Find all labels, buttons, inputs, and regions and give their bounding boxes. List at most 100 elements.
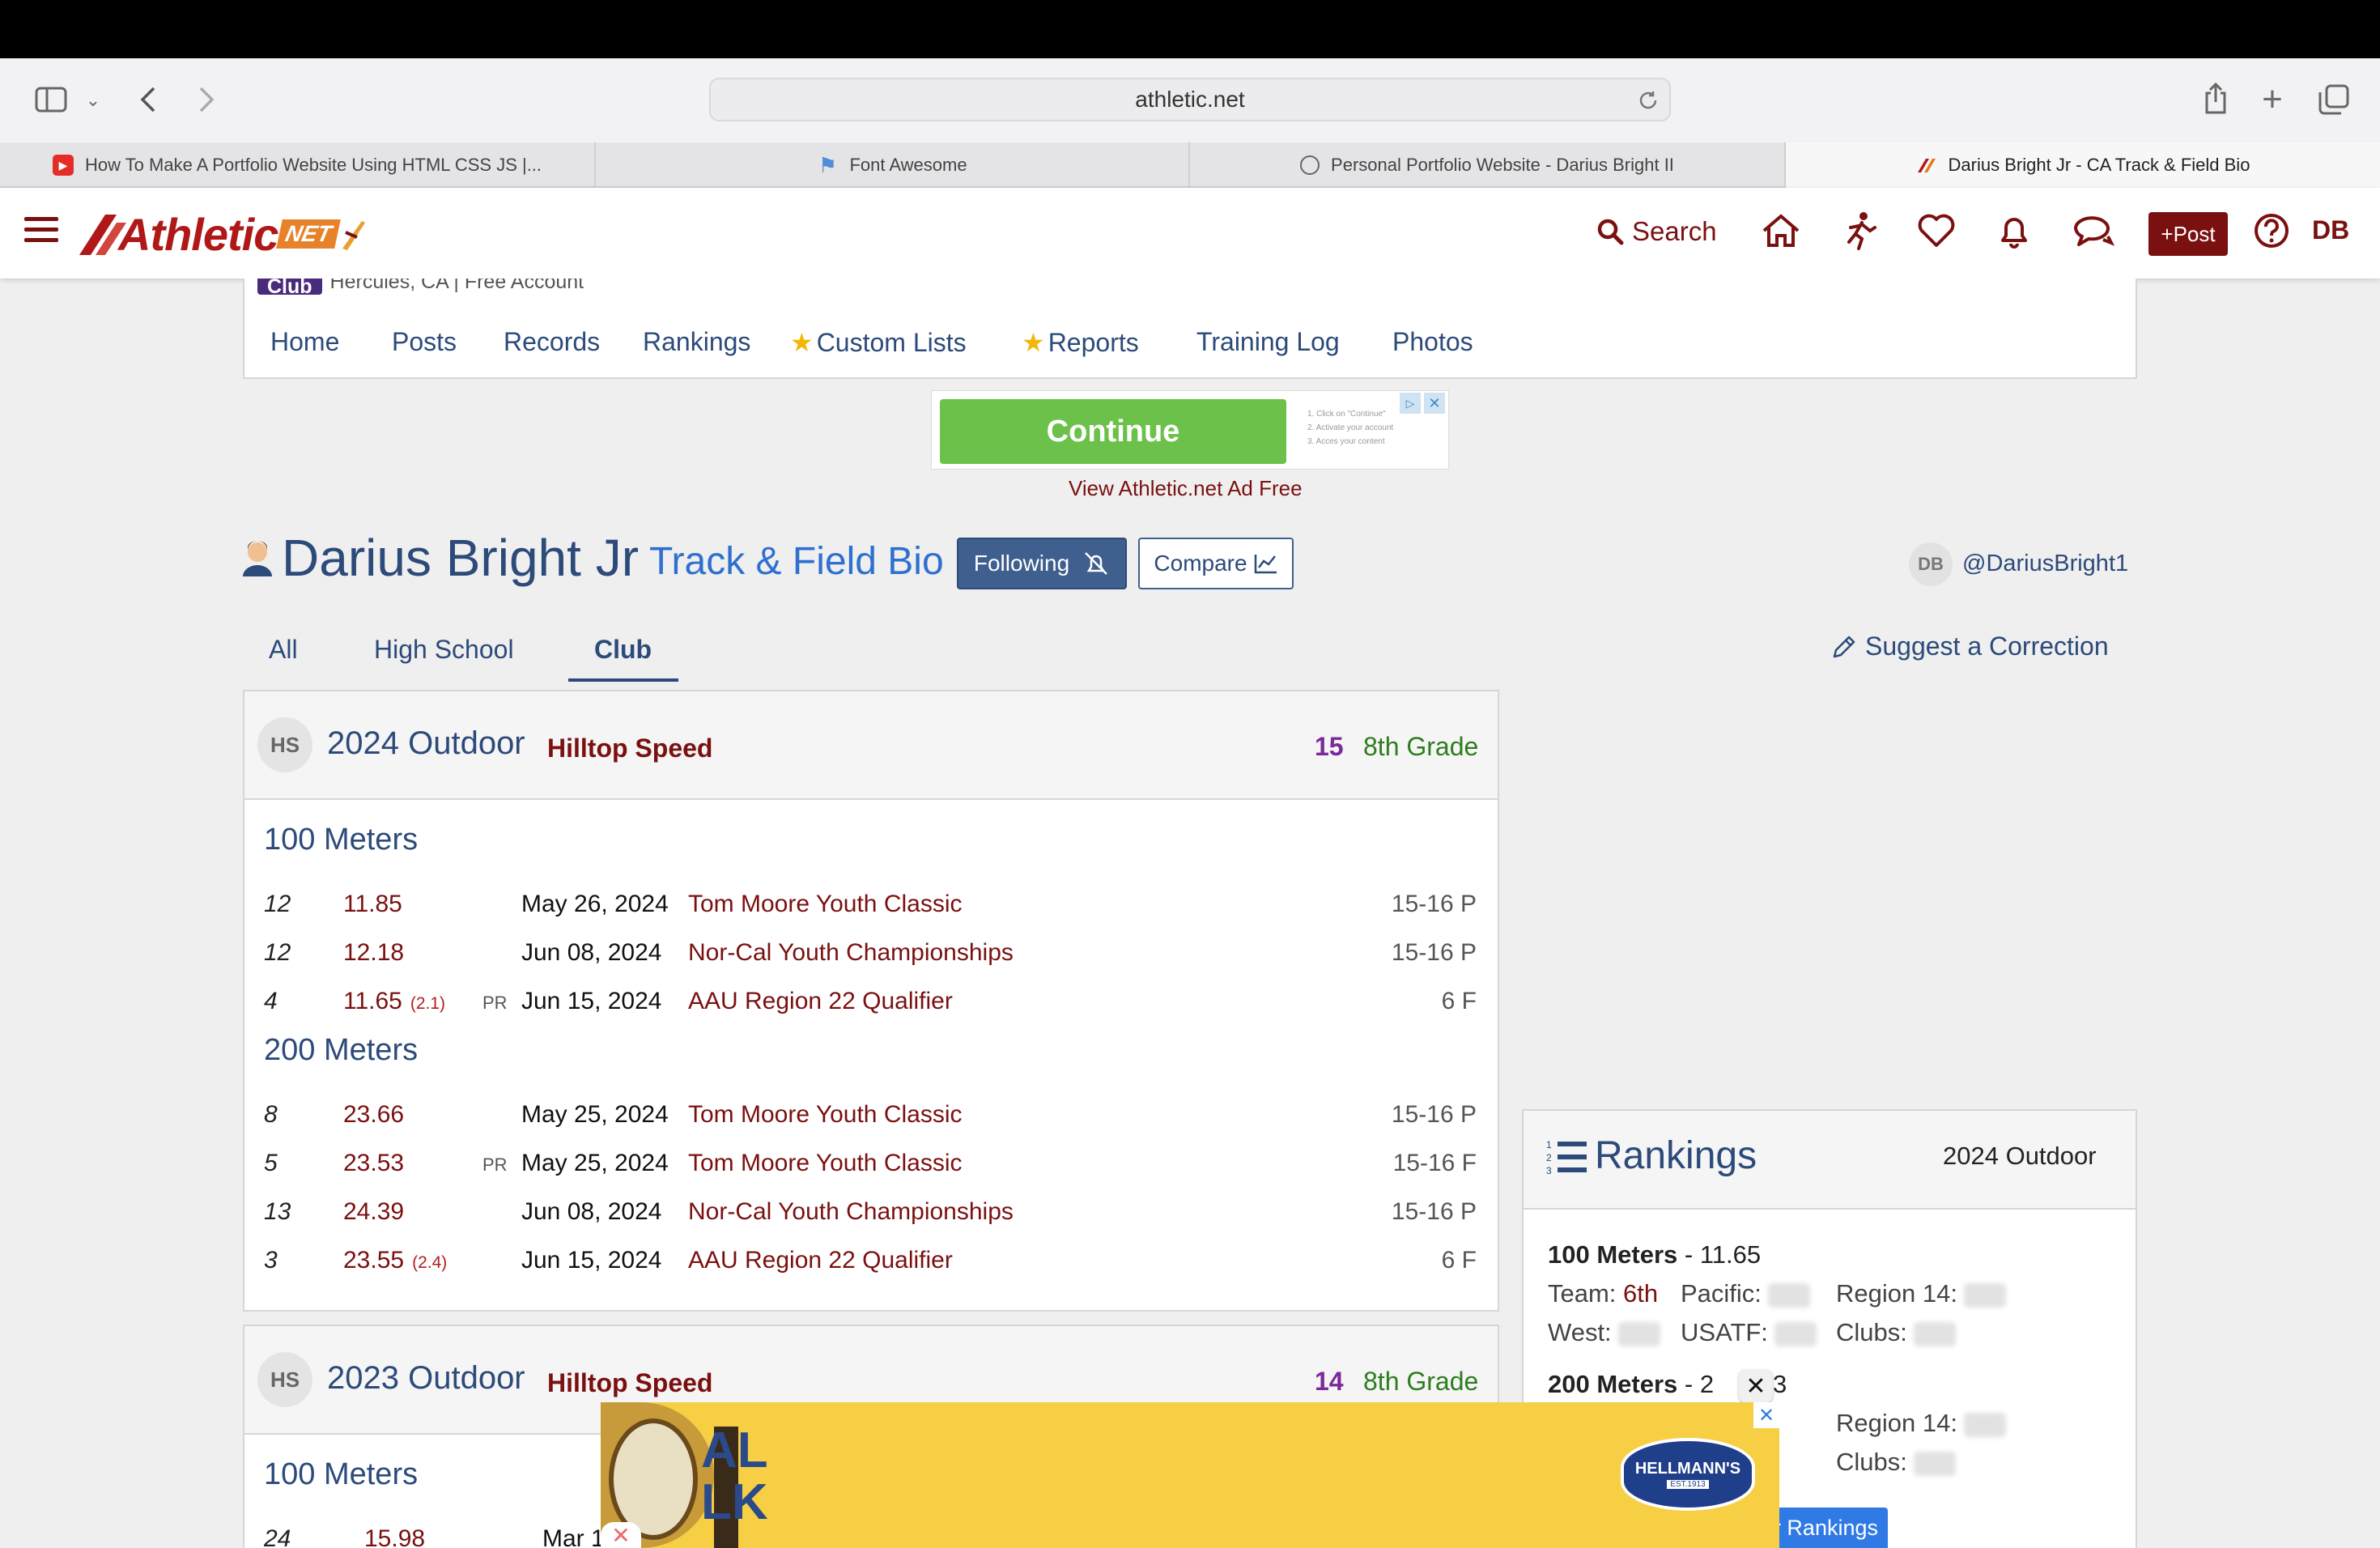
- suggest-label: Suggest a Correction: [1865, 632, 2109, 661]
- result-meet-link[interactable]: Nor-Cal Youth Championships: [688, 1198, 1014, 1226]
- nav-reports[interactable]: ★ Reports: [1022, 327, 1139, 358]
- tab-high-school[interactable]: High School: [374, 635, 514, 665]
- heart-icon[interactable]: [1914, 209, 1959, 253]
- adchoices-icon[interactable]: ✕: [601, 1522, 641, 1548]
- rank-label: Clubs:: [1836, 1448, 1907, 1476]
- season-team-link[interactable]: Hilltop Speed: [547, 734, 712, 763]
- flag-icon: ⚑: [818, 152, 838, 177]
- ad-controls: ▷ ✕: [1400, 393, 1445, 414]
- result-mark[interactable]: 23.53: [343, 1150, 404, 1177]
- result-meet-link[interactable]: Tom Moore Youth Classic: [688, 1150, 963, 1177]
- following-button[interactable]: Following: [957, 538, 1127, 589]
- result-mark[interactable]: 12.18: [343, 939, 404, 967]
- team-location: Hercules, CA | Free Account: [329, 279, 584, 293]
- system-top-bar: [0, 0, 2380, 58]
- nav-home[interactable]: Home: [270, 327, 339, 357]
- hamburger-menu-icon[interactable]: [24, 215, 58, 245]
- result-meet-link[interactable]: Tom Moore Youth Classic: [688, 891, 963, 918]
- close-icon[interactable]: ✕: [1739, 1370, 1773, 1402]
- ad-free-link[interactable]: View Athletic.net Ad Free: [1069, 476, 1303, 501]
- result-mark-group[interactable]: 11.65 (2.1): [343, 988, 445, 1015]
- rank-value[interactable]: 6th: [1623, 1279, 1658, 1308]
- result-meet-link[interactable]: Nor-Cal Youth Championships: [688, 939, 1014, 967]
- ad-text-top: AL: [701, 1423, 768, 1478]
- result-meet-link[interactable]: AAU Region 22 Qualifier: [688, 988, 953, 1015]
- athlete-handle[interactable]: @DariusBright1: [1962, 551, 2128, 577]
- forward-icon[interactable]: [188, 81, 225, 118]
- home-icon[interactable]: [1758, 209, 1804, 253]
- tab-all[interactable]: All: [269, 635, 298, 665]
- close-icon[interactable]: ✕: [1424, 393, 1445, 414]
- result-meet-link[interactable]: AAU Region 22 Qualifier: [688, 1247, 953, 1274]
- bell-icon[interactable]: [1991, 209, 2037, 253]
- compare-button[interactable]: Compare: [1138, 538, 1294, 589]
- nav-training-log[interactable]: Training Log: [1196, 327, 1340, 357]
- result-meet-link[interactable]: Tom Moore Youth Classic: [688, 1101, 963, 1129]
- post-button[interactable]: +Post: [2148, 212, 2228, 256]
- chevron-down-icon[interactable]: ⌄: [81, 84, 105, 117]
- nav-rankings[interactable]: Rankings: [643, 327, 750, 357]
- address-bar[interactable]: athletic.net: [709, 78, 1671, 121]
- result-mark[interactable]: 24.39: [343, 1198, 404, 1226]
- nav-photos[interactable]: Photos: [1392, 327, 1473, 357]
- suggest-correction-link[interactable]: Suggest a Correction: [1831, 632, 2109, 661]
- reload-icon[interactable]: [1632, 84, 1664, 117]
- tab-overview-icon[interactable]: [2314, 79, 2354, 120]
- user-initials[interactable]: DB: [2312, 215, 2349, 251]
- result-place: 3: [264, 1247, 278, 1274]
- nav-posts[interactable]: Posts: [392, 327, 457, 357]
- athlete-name: Darius Bright Jr: [282, 529, 639, 587]
- back-icon[interactable]: [130, 81, 167, 118]
- logo-net: NET: [276, 219, 342, 249]
- logo-bolt-icon: [342, 221, 366, 250]
- sidebar-toggle-icon[interactable]: [31, 79, 71, 120]
- help-icon[interactable]: [2250, 209, 2293, 253]
- tab-font-awesome[interactable]: ⚑ Font Awesome: [596, 142, 1190, 188]
- share-icon[interactable]: [2195, 78, 2236, 118]
- tab-strip: ▶ How To Make A Portfolio Website Using …: [0, 142, 2380, 188]
- tab-personal-portfolio[interactable]: Personal Portfolio Website - Darius Brig…: [1190, 142, 1786, 188]
- event-title-100m: 100 Meters: [264, 1457, 419, 1491]
- runner-icon[interactable]: [1838, 209, 1883, 253]
- rank-event-name: 200 Meters: [1548, 1370, 1678, 1398]
- ad-step: 2. Activate your account: [1307, 423, 1394, 432]
- rank-event-100m: 100 Meters - 11.65: [1548, 1240, 1761, 1269]
- rank-hidden-value: [1617, 1321, 1660, 1346]
- result-place: 12: [264, 891, 291, 917]
- season-team-link[interactable]: Hilltop Speed: [547, 1368, 712, 1398]
- rankings-button[interactable]: for Rankings: [1755, 1508, 1888, 1548]
- result-mark-group[interactable]: 23.55 (2.4): [343, 1247, 447, 1274]
- result-mark[interactable]: 23.66: [343, 1101, 404, 1129]
- ad-steps: 1. Click on "Continue" 2. Activate your …: [1307, 407, 1393, 449]
- ad-banner[interactable]: Continue 1. Click on "Continue" 2. Activ…: [931, 390, 1449, 470]
- bottom-ad[interactable]: AL LK HELLMANN'S EST.1913: [601, 1402, 1779, 1548]
- nav-custom-lists[interactable]: ★ Custom Lists: [790, 327, 967, 358]
- tab-club[interactable]: Club: [594, 635, 652, 665]
- chat-icon[interactable]: [2069, 209, 2118, 253]
- result-mark: 11.65: [343, 988, 402, 1014]
- result-place: 4: [264, 988, 278, 1014]
- compass-icon: [1300, 155, 1320, 175]
- rank-hidden-value: [1913, 1451, 1956, 1476]
- event-title-100m: 100 Meters: [264, 823, 419, 857]
- active-tab-indicator: [568, 678, 678, 682]
- result-mark[interactable]: 15.98: [364, 1525, 425, 1548]
- result-date: May 26, 2024: [521, 891, 669, 917]
- event-title-200m: 200 Meters: [264, 1033, 419, 1067]
- nav-records[interactable]: Records: [504, 327, 600, 357]
- new-tab-icon[interactable]: +: [2252, 79, 2293, 120]
- chart-line-icon: [1254, 555, 1277, 574]
- result-division: 6 F: [1441, 1247, 1477, 1274]
- adchoices-icon[interactable]: ▷: [1400, 393, 1421, 414]
- result-place: 12: [264, 939, 291, 966]
- result-mark[interactable]: 11.85: [343, 891, 402, 918]
- rank-row: Pacific:: [1681, 1279, 1810, 1308]
- tab-portfolio-video[interactable]: ▶ How To Make A Portfolio Website Using …: [0, 142, 596, 188]
- season-age: 14: [1315, 1367, 1344, 1396]
- close-icon[interactable]: ✕: [1753, 1402, 1779, 1428]
- search-button[interactable]: Search: [1596, 212, 1717, 251]
- result-place: 13: [264, 1198, 291, 1225]
- ad-continue-button[interactable]: Continue: [940, 399, 1286, 464]
- tab-athletic-bio[interactable]: Darius Bright Jr - CA Track & Field Bio: [1786, 142, 2380, 188]
- athletic-net-logo[interactable]: Athletic NET: [78, 206, 402, 262]
